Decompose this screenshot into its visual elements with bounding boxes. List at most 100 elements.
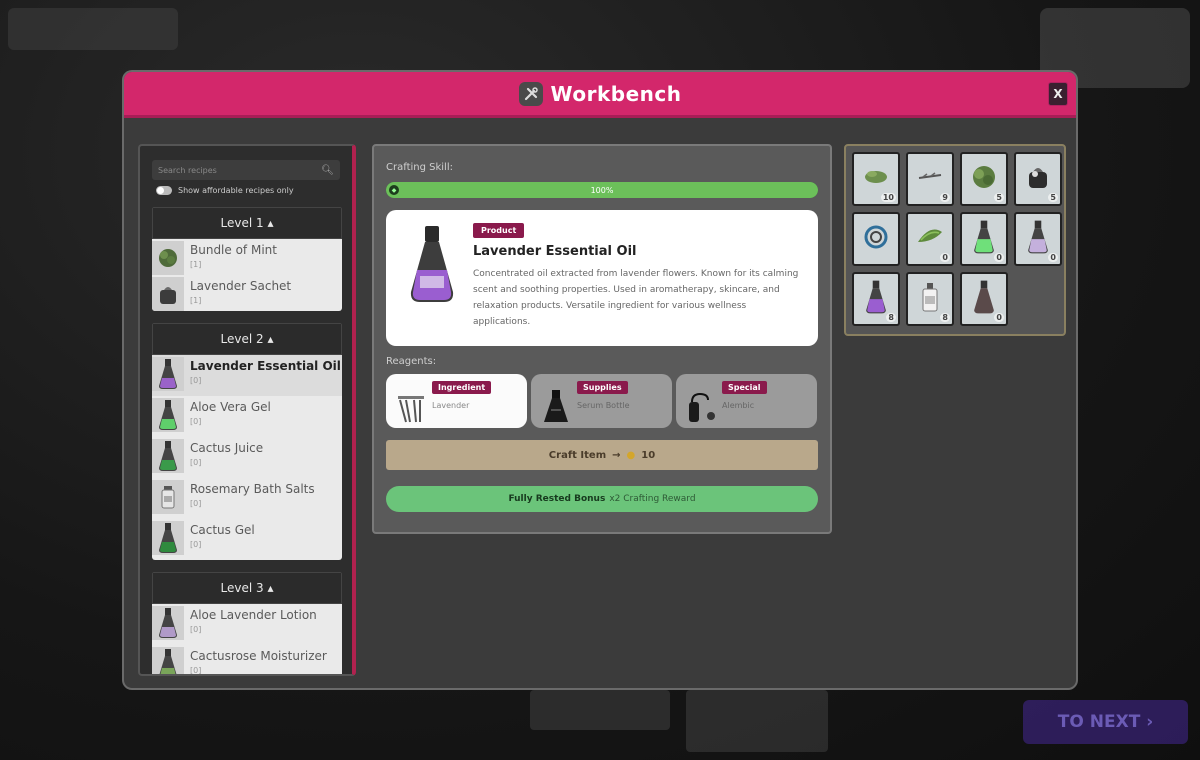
craft-item-button[interactable]: Craft Item → ● 10 [386,440,818,470]
slot-count: 0 [940,253,950,262]
recipe-name: Bundle of Mint [190,243,277,257]
arrow-icon: → [612,449,621,461]
recipe-count: [0] [190,625,202,634]
level-header[interactable]: Level 3 ▴ [152,572,342,604]
inventory-slot[interactable]: 9 [906,152,954,206]
rested-bonus-banner: Fully Rested Bonus x2 Crafting Reward [386,486,818,512]
purple-flask-icon [864,279,888,319]
recipe-item-selected[interactable]: Lavender Essential Oil [0] [152,355,342,396]
green-flask-icon [152,521,184,555]
reagent-name: Lavender [432,401,470,410]
recipe-count: [0] [190,499,202,508]
reagent-slot[interactable]: Special Alembic [676,374,817,428]
background-hud-left [8,8,178,50]
reagent-slot[interactable]: Supplies Serum Bottle [531,374,672,428]
inventory-grid: 10 9 5 5 0 0 0 8 8 0 [844,144,1066,336]
reagent-tag: Supplies [577,381,628,394]
bonus-label: Fully Rested Bonus [508,494,606,504]
reagent-tag: Special [722,381,767,394]
affordable-filter-label: Show affordable recipes only [178,186,294,195]
recipe-count: [0] [190,376,202,385]
recipe-item[interactable]: Cactus Gel [0] [152,519,342,560]
slot-count: 0 [1048,253,1058,262]
inventory-slot[interactable]: 5 [960,152,1008,206]
recipe-item[interactable]: Aloe Vera Gel [0] [152,396,342,437]
recipe-name: Cactusrose Moisturizer [190,649,327,663]
slot-count: 9 [940,193,950,202]
inventory-slot[interactable]: 8 [906,272,954,326]
background-next-button: TO NEXT › [1023,700,1188,744]
reagents-label: Reagents: [386,356,437,367]
herb-bundle-icon [969,162,999,196]
purple-flask-icon [1026,219,1050,259]
background-button [530,690,670,730]
slot-count: 0 [994,313,1004,322]
recipe-item[interactable]: Bundle of Mint [1] [152,239,342,275]
coin-icon: ● [626,449,636,461]
crafting-panel: Crafting Skill: ◆ 100% Product Lavender … [372,144,832,534]
inventory-slot[interactable]: 8 [852,272,900,326]
recipe-name: Lavender Sachet [190,279,292,293]
recipe-item[interactable]: Aloe Lavender Lotion [0] [152,604,342,645]
search-icon: 🔍︎ [321,164,334,176]
modal-header: Workbench X [124,72,1076,118]
green-flask-icon [152,398,184,432]
recipe-count: [0] [190,666,202,675]
recipe-name: Aloe Vera Gel [190,400,271,414]
inventory-slot[interactable]: 10 [852,152,900,206]
recipe-search-input[interactable]: Search recipes 🔍︎ [152,160,340,180]
inventory-slot[interactable]: 0 [1014,212,1062,266]
purple-flask-icon [152,357,184,391]
crafting-skill-bar: ◆ 100% [386,182,818,198]
recipe-name: Rosemary Bath Salts [190,482,315,496]
product-name: Lavender Essential Oil [473,244,637,259]
inventory-slot[interactable]: 0 [906,212,954,266]
level-group: Level 3 ▴ Aloe Lavender Lotion [0] Cactu… [152,572,342,675]
slot-count: 0 [994,253,1004,262]
recipe-count: [0] [190,540,202,549]
serum-bottle-icon [541,388,571,424]
close-button[interactable]: X [1048,82,1068,106]
product-tag: Product [473,223,525,238]
inventory-slot[interactable] [852,212,900,266]
inventory-slot[interactable]: 0 [960,212,1008,266]
level-group: Level 1 ▴ Bundle of Mint [1] Lavender Sa… [152,207,342,311]
workbench-modal: Workbench X Search recipes 🔍︎ Show affor… [122,70,1078,690]
empty-flask-icon [972,279,996,319]
product-card: Product Lavender Essential Oil Concentra… [386,210,818,346]
affordable-toggle[interactable] [156,186,172,195]
background-button [686,690,828,752]
crafting-skill-label: Crafting Skill: [386,162,453,173]
slot-count: 8 [886,313,896,322]
serum-bottle-icon [921,282,939,316]
recipe-item[interactable]: Cactus Juice [0] [152,437,342,478]
search-placeholder: Search recipes [158,165,217,175]
sachet-icon [152,277,184,311]
recipe-item[interactable]: Lavender Sachet [1] [152,275,342,311]
skill-percent: 100% [590,185,614,195]
green-flask-icon [152,647,184,674]
recipe-name: Aloe Lavender Lotion [190,608,317,622]
reagent-tag: Ingredient [432,381,492,394]
inventory-slot[interactable]: 5 [1014,152,1062,206]
mint-icon [152,241,184,275]
level-header[interactable]: Level 2 ▴ [152,323,342,355]
lavender-icon [396,388,426,424]
reagent-name: Serum Bottle [577,401,630,410]
affordable-filter[interactable]: Show affordable recipes only [156,186,352,195]
reagent-slot[interactable]: Ingredient Lavender [386,374,527,428]
alembic-icon [686,388,716,424]
level-group: Level 2 ▴ Lavender Essential Oil [0] Alo… [152,323,342,560]
inventory-slot[interactable]: 0 [960,272,1008,326]
level-header[interactable]: Level 1 ▴ [152,207,342,239]
green-flask-icon [152,439,184,473]
recipe-item[interactable]: Cactusrose Moisturizer [0] [152,645,342,675]
reagent-name: Alembic [722,401,755,410]
recipe-name: Cactus Juice [190,441,264,455]
aloe-leaf-icon [915,222,945,256]
twig-icon [915,162,945,196]
bonus-reward: x2 Crafting Reward [609,494,696,504]
recipe-count: [0] [190,417,202,426]
recipe-item[interactable]: Rosemary Bath Salts [0] [152,478,342,519]
sachet-icon [1023,162,1053,196]
